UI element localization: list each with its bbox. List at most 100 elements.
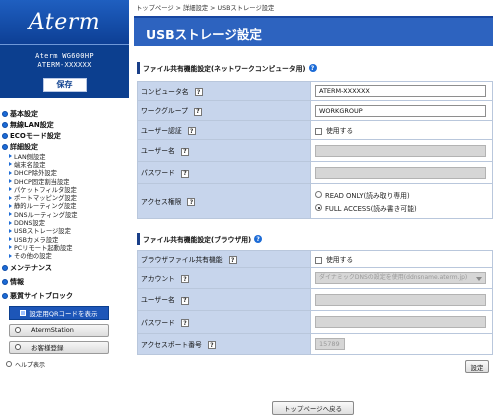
network-share-section-heading: ファイル共有機能設定(ネットワークコンピュータ用) ? <box>137 62 488 74</box>
table-row: アクセスポート番号? 15789 <box>137 333 493 355</box>
arrow-icon <box>9 162 12 167</box>
qr-button-label: 設定用QRコードを表示 <box>29 309 98 318</box>
nav-bullet-icon <box>2 110 8 117</box>
username-label: ユーザー名? <box>137 139 311 162</box>
nav-item-other[interactable]: その他の設定 <box>2 252 129 260</box>
breadcrumb-top-link[interactable]: トップページ <box>136 5 174 12</box>
nav-sub-label: その他の設定 <box>14 253 52 261</box>
table-row: ユーザー名? <box>137 139 493 162</box>
help-question-icon[interactable]: ? <box>180 275 189 284</box>
show-qr-code-button[interactable]: 設定用QRコードを表示 <box>9 305 109 320</box>
section-title: ファイル共有機能設定(ブラウザ用) <box>143 236 252 244</box>
aterm-logo: Aterm <box>28 9 101 35</box>
arrow-icon <box>9 195 12 200</box>
browser-share-checkbox[interactable] <box>315 256 322 264</box>
back-to-top-button[interactable]: トップページへ戻る <box>272 401 354 415</box>
username-input <box>315 144 486 157</box>
read-only-radio[interactable] <box>315 191 322 198</box>
account-select: ダイナミックDNSの設定を使用(ddnsname.aterm.jp) <box>315 272 486 284</box>
account-label: アカウント? <box>137 267 311 289</box>
circle-icon <box>15 327 21 334</box>
save-button[interactable]: 保存 <box>42 78 87 92</box>
help-question-icon[interactable]: ? <box>193 107 202 116</box>
nav-eco-settings[interactable]: ECOモード設定 <box>2 130 129 141</box>
nav-bullet-icon <box>2 132 8 139</box>
circle-icon <box>15 344 21 351</box>
read-only-option[interactable]: READ ONLY(読み取り専用) <box>315 188 492 201</box>
read-only-label: READ ONLY(読み取り専用) <box>325 191 410 200</box>
arrow-icon <box>9 237 12 242</box>
full-access-label: FULL ACCESS(読み書き可能) <box>325 204 417 213</box>
workgroup-label: ワークグループ? <box>137 100 311 121</box>
qr-code-icon <box>20 309 27 316</box>
model-info: Aterm WG600HP ATERM-XXXXXX 保存 <box>0 44 129 98</box>
device-name: ATERM-XXXXXX <box>37 61 92 69</box>
breadcrumb-detail-link[interactable]: 詳細設定 <box>183 5 208 12</box>
arrow-icon <box>9 203 12 208</box>
browser-share-table: ブラウザファイル共有機能? 使用する アカウント? ダイナミックDNSの設定を使… <box>137 250 493 355</box>
page-title: USBストレージ設定 <box>146 27 262 42</box>
breadcrumb: トップページ > 詳細設定 > USBストレージ設定 <box>136 3 274 12</box>
nav-label: 詳細設定 <box>10 142 38 151</box>
browser-password-input <box>315 316 486 328</box>
user-auth-checkbox[interactable] <box>315 127 322 135</box>
browser-share-section-heading: ファイル共有機能設定(ブラウザ用) ? <box>137 233 488 245</box>
help-question-icon[interactable]: ? <box>254 235 263 243</box>
computer-name-input[interactable]: ATERM-XXXXXX <box>315 85 486 97</box>
sidebar: Aterm Aterm WG600HP ATERM-XXXXXX 保存 基本設定… <box>0 0 129 420</box>
browser-share-option-label: 使用する <box>326 256 354 264</box>
help-display-link[interactable]: ヘルプ表示 <box>6 360 129 369</box>
nav-bullet-icon <box>2 279 8 286</box>
help-question-icon[interactable]: ? <box>194 88 203 97</box>
arrow-icon <box>9 220 12 225</box>
set-button[interactable]: 設定 <box>465 360 489 373</box>
arrow-icon <box>9 187 12 192</box>
browser-username-label: ユーザー名? <box>137 288 311 311</box>
nav-bullet-icon <box>2 293 8 300</box>
customer-registration-label: お客様登録 <box>31 344 64 353</box>
nav-detail-settings[interactable]: 詳細設定 <box>2 141 129 152</box>
breadcrumb-separator: > <box>210 5 216 12</box>
nav-label: 無線LAN設定 <box>10 120 54 129</box>
main-content: トップページ > 詳細設定 > USBストレージ設定 USBストレージ設定 ファ… <box>129 0 500 420</box>
nav-label: 悪質サイトブロック <box>10 292 73 301</box>
nav-bullet-icon <box>2 265 8 272</box>
workgroup-input[interactable]: WORKGROUP <box>315 104 486 117</box>
table-row: アクセス権限? READ ONLY(読み取り専用) FULL ACCESS(読み… <box>137 183 493 219</box>
full-access-radio[interactable] <box>315 204 322 211</box>
full-access-option[interactable]: FULL ACCESS(読み書き可能) <box>315 201 492 214</box>
nav-basic-settings[interactable]: 基本設定 <box>2 108 129 119</box>
table-row: ユーザー認証? 使用する <box>137 120 493 140</box>
arrow-icon <box>9 245 12 250</box>
browser-share-label: ブラウザファイル共有機能? <box>137 250 311 268</box>
computer-name-label: コンピュータ名? <box>137 81 311 101</box>
table-row: パスワード? <box>137 161 493 184</box>
nav-label: 情報 <box>10 278 24 287</box>
help-question-icon[interactable]: ? <box>180 296 189 305</box>
atermstation-button[interactable]: AtermStation <box>9 323 109 337</box>
arrow-icon <box>9 154 12 159</box>
account-select-value: ダイナミックDNSの設定を使用(ddnsname.aterm.jp) <box>319 274 468 281</box>
help-question-icon[interactable]: ? <box>180 169 189 178</box>
table-row: コンピュータ名? ATERM-XXXXXX <box>137 81 493 101</box>
help-question-icon[interactable]: ? <box>308 64 317 72</box>
password-input <box>315 166 486 179</box>
help-question-icon[interactable]: ? <box>180 147 189 156</box>
help-question-icon[interactable]: ? <box>187 127 196 136</box>
nav-maintenance[interactable]: メンテナンス <box>2 263 129 274</box>
help-question-icon[interactable]: ? <box>207 341 216 350</box>
help-question-icon[interactable]: ? <box>228 256 237 265</box>
customer-registration-button[interactable]: お客様登録 <box>9 340 109 354</box>
password-label: パスワード? <box>137 161 311 184</box>
nav-label: 基本設定 <box>10 109 38 118</box>
sidebar-nav: 基本設定 無線LAN設定 ECOモード設定 詳細設定 LAN側設定 端末名設定 … <box>0 98 129 302</box>
nav-wireless-settings[interactable]: 無線LAN設定 <box>2 119 129 130</box>
help-question-icon[interactable]: ? <box>180 319 189 328</box>
access-port-label: アクセスポート番号? <box>137 333 311 355</box>
arrow-icon <box>9 179 12 184</box>
help-question-icon[interactable]: ? <box>187 198 196 207</box>
nav-bullet-icon <box>2 121 8 128</box>
nav-malicious-site-block[interactable]: 悪質サイトブロック <box>2 291 129 302</box>
user-auth-label: ユーザー認証? <box>137 120 311 140</box>
nav-info[interactable]: 情報 <box>2 277 129 288</box>
